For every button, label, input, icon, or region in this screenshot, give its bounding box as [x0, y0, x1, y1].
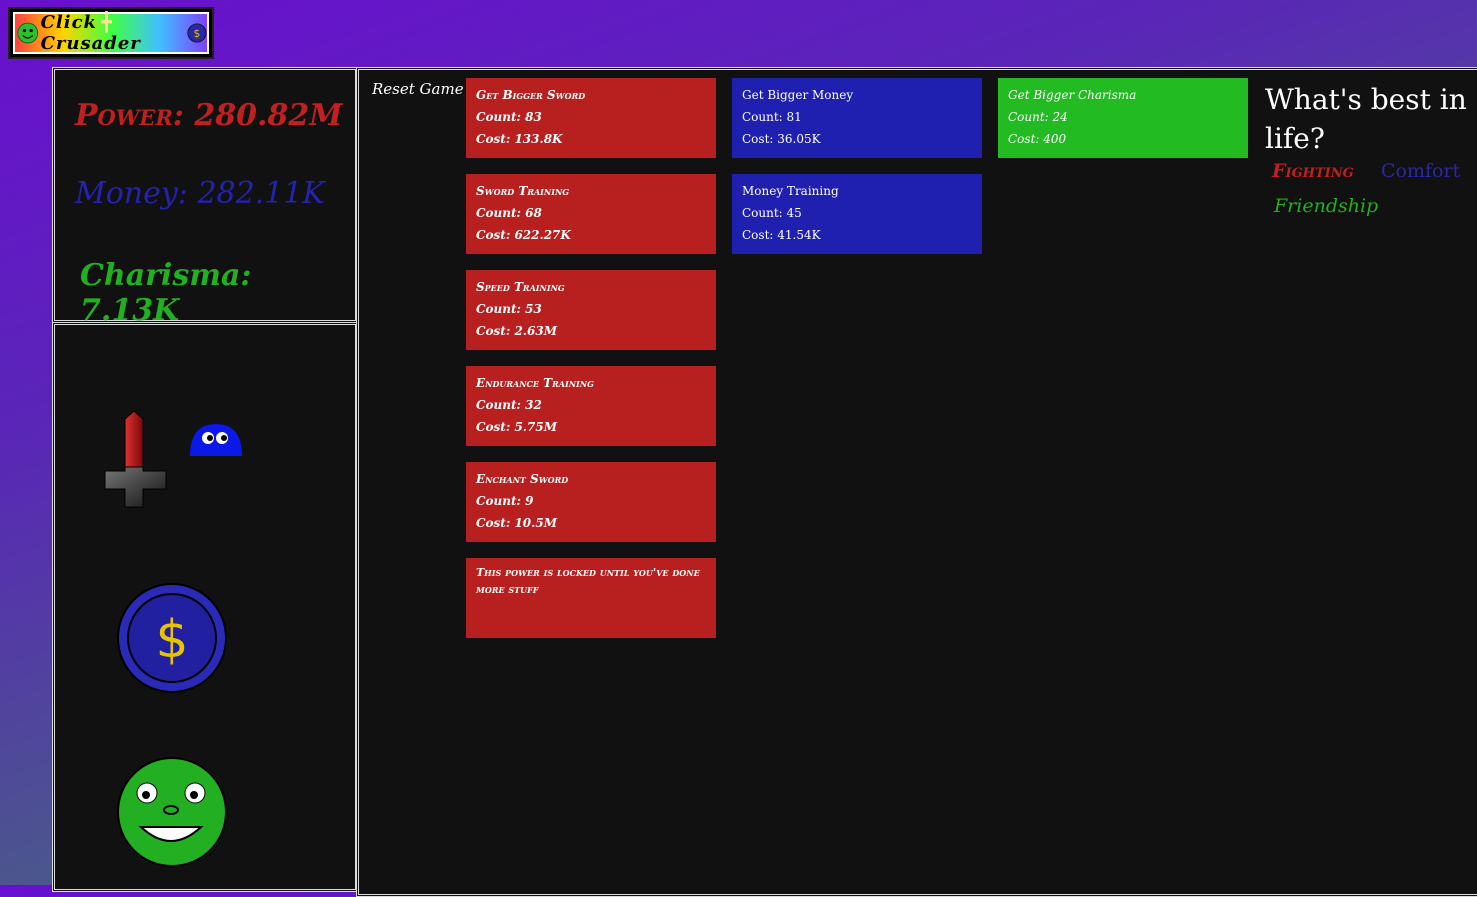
smiley-icon: [17, 22, 39, 44]
upgrade-money-training[interactable]: Money Training Count: 45 Cost: 41.54K: [732, 174, 982, 254]
upgrade-title: Get Bigger Money: [742, 88, 854, 102]
upgrade-count: Count: 68: [476, 206, 542, 220]
blob-icon[interactable]: [188, 420, 244, 460]
money-stat: Money: 282.11K: [75, 176, 325, 211]
upgrade-get-bigger-money[interactable]: Get Bigger Money Count: 81 Cost: 36.05K: [732, 78, 982, 158]
logo-right-word: Crusader: [40, 33, 141, 54]
upgrade-title: Get Bigger Charisma: [1008, 88, 1137, 102]
upgrade-title: Money Training: [742, 184, 839, 198]
upgrade-count: Count: 83: [476, 110, 542, 124]
upgrade-locked: This power is locked until you've done m…: [466, 558, 716, 638]
option-fighting[interactable]: Fighting: [1272, 160, 1354, 182]
coin-icon: $: [187, 23, 207, 43]
upgrade-cost: Cost: 133.8K: [476, 132, 563, 146]
upgrade-cost: Cost: 10.5M: [476, 516, 557, 530]
upgrade-count: Count: 24: [1008, 110, 1068, 124]
upgrade-count: Count: 53: [476, 302, 542, 316]
reset-game-button[interactable]: Reset Game: [372, 80, 464, 98]
upgrade-title: Endurance Training: [476, 376, 594, 390]
svg-text:$: $: [155, 610, 188, 670]
upgrade-count: Count: 45: [742, 206, 802, 220]
charisma-stat: Charisma: 7.13K: [80, 258, 252, 328]
clicker-panel: $: [52, 322, 358, 892]
locked-message: This power is locked until you've done m…: [476, 566, 700, 596]
sword-icon: ╋: [101, 12, 113, 33]
upgrade-count: Count: 81: [742, 110, 802, 124]
best-in-life-heading: What's best in life?: [1265, 83, 1467, 155]
upgrade-count: Count: 9: [476, 494, 534, 508]
upgrade-title: Sword Training: [476, 184, 570, 198]
upgrade-cost: Cost: 2.63M: [476, 324, 557, 338]
upgrade-cost: Cost: 622.27K: [476, 228, 571, 242]
upgrade-cost: Cost: 41.54K: [742, 228, 821, 242]
logo-banner: Click ╋Crusader $: [13, 12, 209, 54]
upgrade-cost: Cost: 36.05K: [742, 132, 821, 146]
logo-text: Click ╋Crusader: [41, 12, 188, 54]
upgrade-cost: Cost: 400: [1008, 132, 1067, 146]
upgrade-title: Speed Training: [476, 280, 565, 294]
upgrade-cost: Cost: 5.75M: [476, 420, 557, 434]
upgrade-count: Count: 32: [476, 398, 542, 412]
upgrade-title: Get Bigger Sword: [476, 88, 586, 102]
upgrade-get-bigger-charisma[interactable]: Get Bigger Charisma Count: 24 Cost: 400: [998, 78, 1248, 158]
power-stat: Power: 280.82M: [75, 98, 343, 133]
upgrade-speed-training[interactable]: Speed Training Count: 53 Cost: 2.63M: [466, 270, 716, 350]
smiley-face-icon[interactable]: [115, 755, 229, 869]
upgrade-endurance-training[interactable]: Endurance Training Count: 32 Cost: 5.75M: [466, 366, 716, 446]
app-logo: Click ╋Crusader $: [8, 7, 214, 59]
sword-icon[interactable]: [103, 409, 169, 511]
option-comfort[interactable]: Comfort: [1381, 160, 1460, 182]
upgrade-sword-training[interactable]: Sword Training Count: 68 Cost: 622.27K: [466, 174, 716, 254]
upgrade-enchant-sword[interactable]: Enchant Sword Count: 9 Cost: 10.5M: [466, 462, 716, 542]
option-friendship[interactable]: Friendship: [1274, 195, 1378, 217]
stats-panel: Power: 280.82M Money: 282.11K Charisma: …: [52, 67, 358, 328]
coin-icon[interactable]: $: [115, 581, 229, 695]
upgrade-get-bigger-sword[interactable]: Get Bigger Sword Count: 83 Cost: 133.8K: [466, 78, 716, 158]
svg-text:$: $: [194, 27, 201, 40]
upgrade-title: Enchant Sword: [476, 472, 569, 486]
logo-left-word: Click: [40, 12, 98, 33]
